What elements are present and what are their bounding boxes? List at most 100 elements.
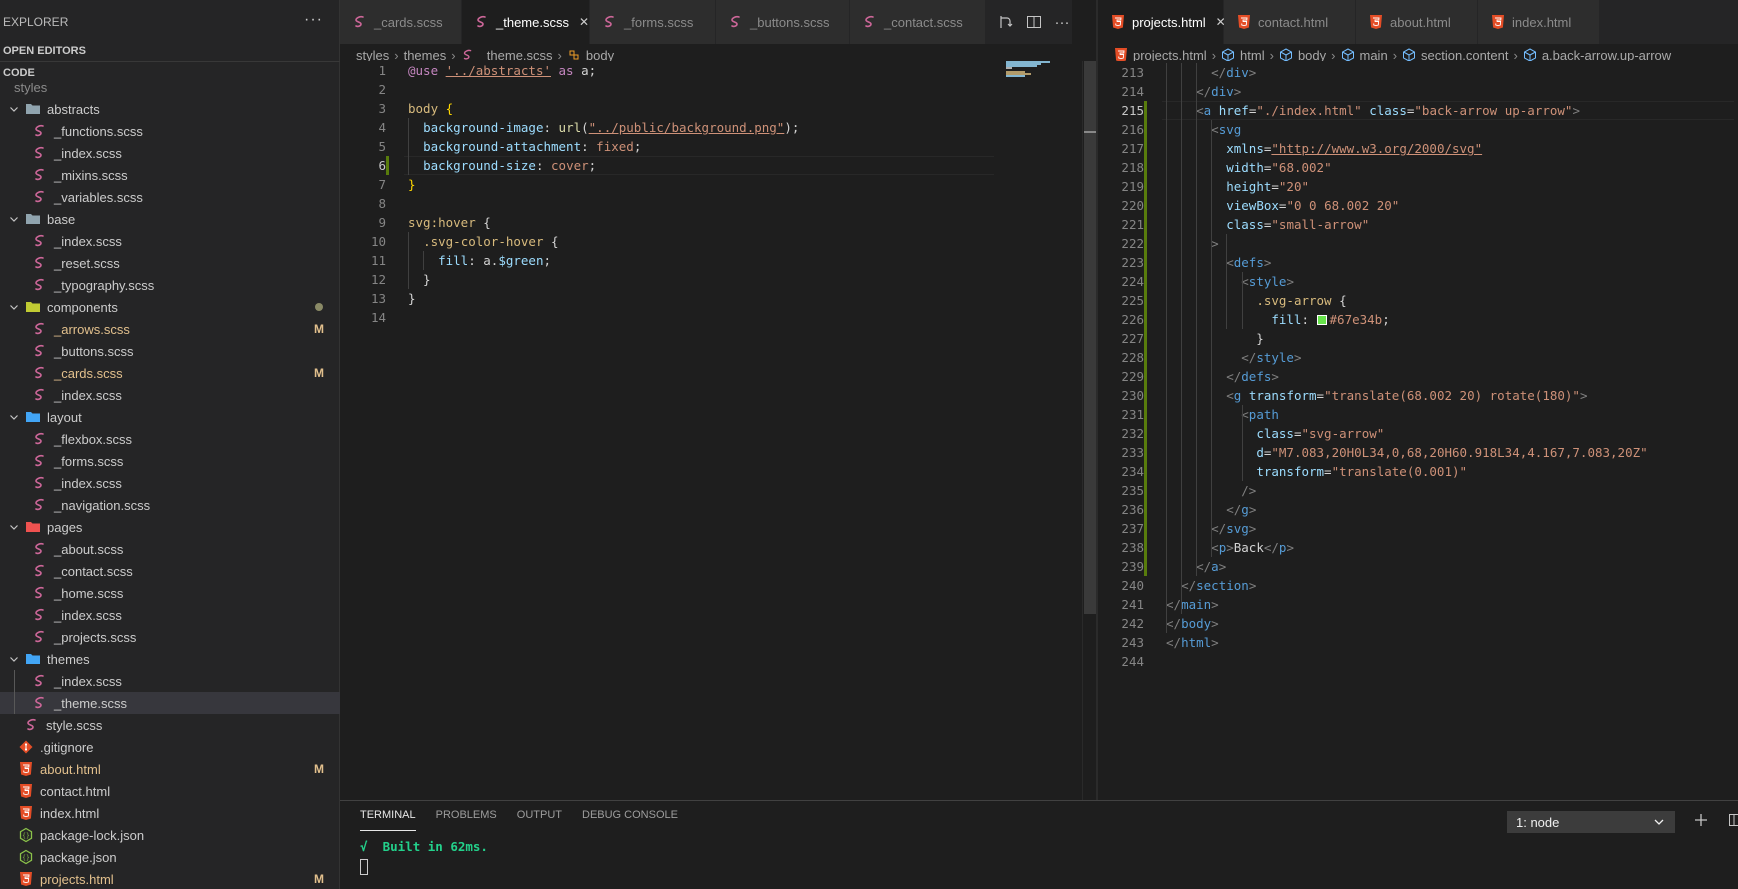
tree-folder-layout[interactable]: layout xyxy=(0,406,340,428)
tree-file[interactable]: _about.scss xyxy=(0,538,340,560)
code-line: </body> xyxy=(1166,614,1219,633)
tree-folder-components[interactable]: components xyxy=(0,296,340,318)
git-gutter-modified xyxy=(1144,557,1147,576)
tree-file[interactable]: _variables.scss xyxy=(0,186,340,208)
tree-file[interactable]: {} package.json xyxy=(0,846,340,868)
tab-projects-html[interactable]: projects.html ✕ xyxy=(1098,0,1226,44)
tree-folder-abstracts[interactable]: abstracts xyxy=(0,98,340,120)
tree-file[interactable]: _index.scss xyxy=(0,384,340,406)
tree-file[interactable]: _index.scss xyxy=(0,142,340,164)
color-swatch[interactable] xyxy=(1316,315,1327,325)
folder-pages-icon xyxy=(25,519,41,535)
tree-file[interactable]: index.html xyxy=(0,802,340,824)
panel-tab-output[interactable]: OUTPUT xyxy=(517,809,562,831)
tab-contact-html[interactable]: contact.html xyxy=(1224,0,1356,44)
line-number: 225 xyxy=(1121,293,1144,308)
right-code-editor[interactable]: 213 </div> 214 </div> 215 <a href="./index… xyxy=(1098,61,1738,800)
code-token: { xyxy=(551,234,559,249)
line-number: 224 xyxy=(1121,274,1144,289)
tree-folder-base[interactable]: base xyxy=(0,208,340,230)
tree-file[interactable]: _theme.scss xyxy=(0,692,340,714)
tree-item-label: .gitignore xyxy=(40,739,94,755)
code-token: xmlns xyxy=(1226,141,1264,156)
open-editors-section[interactable]: OPEN EDITORS xyxy=(0,40,340,62)
tree-file[interactable]: _mixins.scss xyxy=(0,164,340,186)
code-token: "0 0 68.002 20" xyxy=(1286,198,1400,213)
tree-file[interactable]: _cards.scss M xyxy=(0,362,340,384)
line-number: 222 xyxy=(1121,236,1144,251)
tree-file[interactable]: _forms.scss xyxy=(0,450,340,472)
tree-file[interactable]: _index.scss xyxy=(0,230,340,252)
sass-icon xyxy=(32,189,48,205)
tree-file[interactable]: _reset.scss xyxy=(0,252,340,274)
tree-file[interactable]: contact.html xyxy=(0,780,340,802)
tree-file[interactable]: _navigation.scss xyxy=(0,494,340,516)
indent-guide xyxy=(1226,253,1228,329)
close-icon[interactable]: ✕ xyxy=(577,15,591,29)
tree-file[interactable]: _index.scss xyxy=(0,472,340,494)
left-code-editor[interactable]: 1 @use '../abstracts' as a; 2 3 body {4 back… xyxy=(340,61,1082,800)
tree-file[interactable]: style.scss xyxy=(0,714,340,736)
panel-tab-debug-console[interactable]: DEBUG CONSOLE xyxy=(582,809,678,831)
tab-about-html[interactable]: about.html xyxy=(1356,0,1478,44)
tab--forms-scss[interactable]: _forms.scss xyxy=(590,0,716,44)
tree-folder-styles[interactable]: styles xyxy=(0,83,340,98)
html5-icon xyxy=(1236,14,1252,30)
code-token: html xyxy=(1181,635,1212,650)
git-icon xyxy=(18,739,34,755)
code-token: > xyxy=(1248,502,1257,517)
left-editor-scrollbar[interactable] xyxy=(1082,61,1097,800)
split-editor-icon[interactable] xyxy=(1026,14,1042,30)
terminal-select[interactable]: 1: node xyxy=(1507,811,1675,833)
open-changes-icon[interactable] xyxy=(998,14,1014,30)
ellipsis-icon[interactable]: ··· xyxy=(304,11,323,29)
chevron-down-icon xyxy=(1652,815,1666,829)
line-number: 241 xyxy=(1121,597,1144,612)
chevron-down-icon xyxy=(8,411,20,423)
plus-icon[interactable] xyxy=(1693,812,1709,828)
tree-file[interactable]: _buttons.scss xyxy=(0,340,340,362)
indent-guide xyxy=(1181,63,1183,614)
split-terminal-icon[interactable] xyxy=(1726,812,1738,828)
line-number: 239 xyxy=(1121,559,1144,574)
tree-file[interactable]: _arrows.scss M xyxy=(0,318,340,340)
tree-file[interactable]: _home.scss xyxy=(0,582,340,604)
code-token: body xyxy=(408,101,446,116)
tab-index-html[interactable]: index.html xyxy=(1478,0,1600,44)
tree-file[interactable]: _index.scss xyxy=(0,670,340,692)
tab--contact-scss[interactable]: _contact.scss xyxy=(850,0,986,44)
tab--theme-scss[interactable]: _theme.scss ✕ xyxy=(462,0,590,44)
tree-file[interactable]: _typography.scss xyxy=(0,274,340,296)
tree-folder-pages[interactable]: pages xyxy=(0,516,340,538)
tree-file[interactable]: _functions.scss xyxy=(0,120,340,142)
tree-item-label: _index.scss xyxy=(54,387,122,403)
tree-file[interactable]: _flexbox.scss xyxy=(0,428,340,450)
tree-file[interactable]: projects.html M xyxy=(0,868,340,889)
tree-file[interactable]: _contact.scss xyxy=(0,560,340,582)
ellipsis-icon[interactable]: ··· xyxy=(1054,14,1070,31)
tree-file[interactable]: {} package-lock.json xyxy=(0,824,340,846)
panel-tab-terminal[interactable]: TERMINAL xyxy=(360,809,416,831)
indent-guide xyxy=(408,232,409,289)
tree-file[interactable]: about.html M xyxy=(0,758,340,780)
tree-item-label: _cards.scss xyxy=(54,365,123,381)
line-number: 232 xyxy=(1121,426,1144,441)
code-token: defs xyxy=(1233,255,1264,270)
code-line: background-size: cover; xyxy=(408,156,596,175)
code-root-section[interactable]: CODE xyxy=(0,61,340,83)
tree-folder-themes[interactable]: themes xyxy=(0,648,340,670)
code-token: </ xyxy=(1226,502,1242,517)
line-number: 229 xyxy=(1121,369,1144,384)
tree-file[interactable]: _projects.scss xyxy=(0,626,340,648)
sass-icon xyxy=(32,321,48,337)
panel-tab-problems[interactable]: PROBLEMS xyxy=(436,809,497,831)
git-gutter-modified xyxy=(386,156,389,175)
line-number: 221 xyxy=(1121,217,1144,232)
tab--buttons-scss[interactable]: _buttons.scss xyxy=(716,0,850,44)
tree-file[interactable]: .gitignore xyxy=(0,736,340,758)
git-modified-badge: M xyxy=(314,322,324,336)
tab--cards-scss[interactable]: _cards.scss xyxy=(340,0,462,44)
tree-file[interactable]: _index.scss xyxy=(0,604,340,626)
